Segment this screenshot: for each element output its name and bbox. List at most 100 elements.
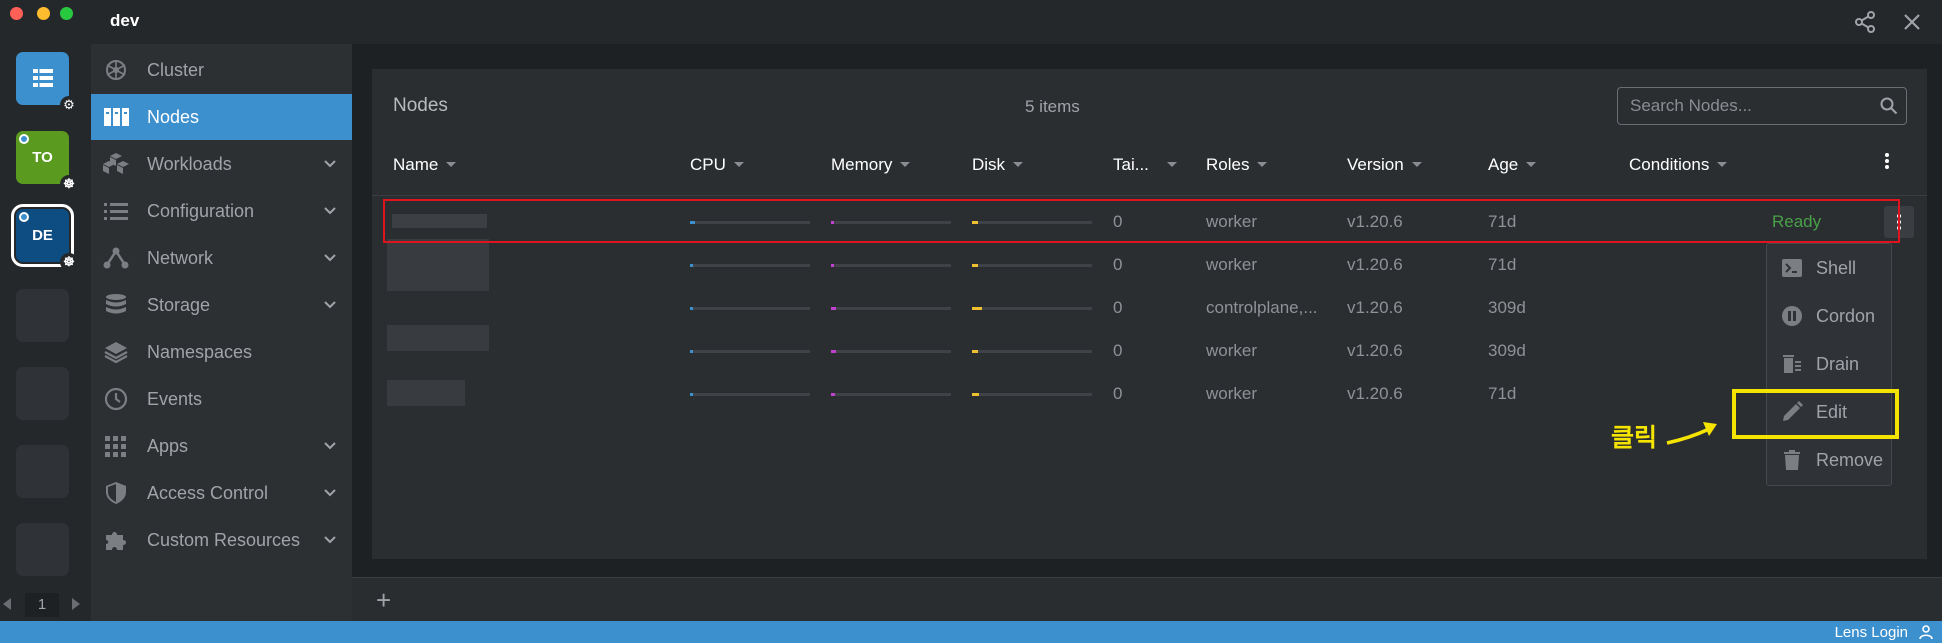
hotbar-catalog[interactable]: ⚙ bbox=[16, 52, 78, 114]
disk-bar bbox=[972, 393, 1092, 396]
disk-bar-fill bbox=[972, 307, 982, 310]
table-row[interactable]: 0 worker v1.20.6 71d bbox=[372, 372, 1927, 415]
memory-bar-fill bbox=[831, 264, 834, 267]
column-label: Version bbox=[1347, 155, 1404, 174]
prev-page-icon[interactable] bbox=[3, 598, 11, 610]
column-header-version[interactable]: Version bbox=[1347, 155, 1422, 175]
column-label: Roles bbox=[1206, 155, 1250, 174]
column-header-roles[interactable]: Roles bbox=[1206, 155, 1268, 175]
kubernetes-icon: ☸ bbox=[60, 175, 78, 193]
menu-item-cordon[interactable]: Cordon bbox=[1767, 292, 1893, 340]
shield-icon bbox=[106, 482, 126, 504]
sidebar-item-network[interactable]: Network bbox=[91, 235, 352, 281]
list-icon bbox=[33, 69, 53, 87]
column-header-disk[interactable]: Disk bbox=[972, 155, 1024, 175]
column-header-taints[interactable]: Tai... bbox=[1113, 155, 1177, 175]
memory-bar bbox=[831, 393, 951, 396]
hotbar-cluster-to[interactable]: TO ☸ bbox=[16, 131, 78, 193]
hotbar-empty-slot[interactable] bbox=[16, 367, 69, 420]
search-input[interactable] bbox=[1630, 96, 1860, 116]
taints-cell: 0 bbox=[1113, 255, 1123, 274]
add-tab-button[interactable]: + bbox=[376, 587, 391, 613]
table-row[interactable]: 0 worker v1.20.6 309d bbox=[372, 325, 1927, 372]
chevron-down-icon[interactable] bbox=[323, 251, 337, 265]
nodes-panel: Nodes 5 items Name CPU Memory Disk Tai..… bbox=[372, 69, 1927, 559]
hotbar-empty-slot[interactable] bbox=[16, 289, 69, 342]
column-label: Memory bbox=[831, 155, 893, 174]
menu-item-drain[interactable]: Drain bbox=[1767, 340, 1893, 388]
search-icon[interactable] bbox=[1880, 97, 1898, 115]
sidebar-item-label: Nodes bbox=[147, 107, 200, 127]
sort-icon bbox=[1717, 162, 1728, 167]
maximize-window-button[interactable] bbox=[60, 7, 73, 20]
main-content: Nodes 5 items Name CPU Memory Disk Tai..… bbox=[352, 44, 1942, 577]
status-dot bbox=[19, 134, 29, 144]
pause-icon bbox=[1782, 306, 1802, 326]
chevron-down-icon[interactable] bbox=[323, 157, 337, 171]
selected-row-highlight bbox=[383, 199, 1900, 243]
memory-bar bbox=[831, 264, 951, 267]
cpu-bar-fill bbox=[690, 350, 693, 353]
sidebar-item-apps[interactable]: Apps bbox=[91, 423, 352, 469]
column-header-age[interactable]: Age bbox=[1488, 155, 1537, 175]
cpu-bar-fill bbox=[690, 307, 693, 310]
share-icon[interactable] bbox=[1853, 10, 1877, 34]
chevron-down-icon[interactable] bbox=[323, 439, 337, 453]
sidebar-item-events[interactable]: Events bbox=[91, 376, 352, 422]
sidebar-item-workloads[interactable]: Workloads bbox=[91, 141, 352, 187]
menu-item-shell[interactable]: Shell bbox=[1767, 244, 1893, 292]
column-header-name[interactable]: Name bbox=[393, 155, 457, 175]
age-cell: 71d bbox=[1488, 255, 1517, 274]
gear-icon: ⚙ bbox=[60, 96, 78, 114]
user-icon[interactable] bbox=[1918, 624, 1934, 640]
column-label: Age bbox=[1488, 155, 1519, 174]
chevron-down-icon[interactable] bbox=[323, 533, 337, 547]
sidebar-item-label: Custom Resources bbox=[147, 530, 301, 550]
table-row[interactable]: 0 controlplane,... v1.20.6 309d bbox=[372, 286, 1927, 329]
redacted-node-name bbox=[387, 380, 465, 406]
age-cell: 71d bbox=[1488, 384, 1517, 403]
menu-item-label: Shell bbox=[1816, 258, 1857, 278]
hotbar: ⚙ TO ☸ DE ☸ bbox=[0, 44, 91, 621]
column-header-cpu[interactable]: CPU bbox=[690, 155, 744, 175]
close-window-button[interactable] bbox=[10, 7, 23, 20]
menu-item-label: Drain bbox=[1816, 354, 1860, 374]
arrow-icon bbox=[1666, 422, 1717, 445]
sort-icon bbox=[1013, 162, 1024, 167]
hotbar-empty-slot[interactable] bbox=[16, 523, 69, 576]
memory-bar-fill bbox=[831, 393, 835, 396]
chevron-down-icon[interactable] bbox=[323, 298, 337, 312]
sidebar-item-configuration[interactable]: Configuration bbox=[91, 188, 352, 234]
lens-login-link[interactable]: Lens Login bbox=[1835, 624, 1908, 641]
cluster-icon bbox=[106, 60, 126, 80]
sidebar-item-namespaces[interactable]: Namespaces bbox=[91, 329, 352, 375]
table-row[interactable]: 0 worker v1.20.6 71d bbox=[372, 239, 1927, 291]
roles-cell: controlplane,... bbox=[1206, 298, 1318, 317]
column-label: Disk bbox=[972, 155, 1006, 174]
column-menu-icon[interactable] bbox=[1885, 153, 1889, 173]
disk-bar bbox=[972, 264, 1092, 267]
sidebar-item-storage[interactable]: Storage bbox=[91, 282, 352, 328]
chevron-down-icon[interactable] bbox=[323, 486, 337, 500]
sidebar-item-access-control[interactable]: Access Control bbox=[91, 470, 352, 516]
close-icon[interactable] bbox=[1900, 10, 1924, 34]
sidebar-item-nodes[interactable]: Nodes bbox=[91, 94, 352, 140]
disk-bar-fill bbox=[972, 264, 978, 267]
version-cell: v1.20.6 bbox=[1347, 255, 1403, 274]
sidebar-item-custom-resources[interactable]: Custom Resources bbox=[91, 517, 352, 563]
next-page-icon[interactable] bbox=[72, 598, 80, 610]
disk-bar-fill bbox=[972, 393, 979, 396]
cpu-bar-fill bbox=[690, 393, 693, 396]
age-cell: 309d bbox=[1488, 298, 1526, 317]
column-header-conditions[interactable]: Conditions bbox=[1629, 155, 1728, 175]
edit-highlight bbox=[1732, 389, 1899, 439]
sidebar-item-cluster[interactable]: Cluster bbox=[91, 47, 352, 93]
column-label: CPU bbox=[690, 155, 726, 174]
chevron-down-icon[interactable] bbox=[323, 204, 337, 218]
column-header-memory[interactable]: Memory bbox=[831, 155, 911, 175]
menu-item-remove[interactable]: Remove bbox=[1767, 436, 1893, 484]
minimize-window-button[interactable] bbox=[37, 7, 50, 20]
sort-icon bbox=[446, 162, 457, 167]
hotbar-empty-slot[interactable] bbox=[16, 445, 69, 498]
hotbar-cluster-de[interactable]: DE ☸ bbox=[11, 204, 78, 271]
